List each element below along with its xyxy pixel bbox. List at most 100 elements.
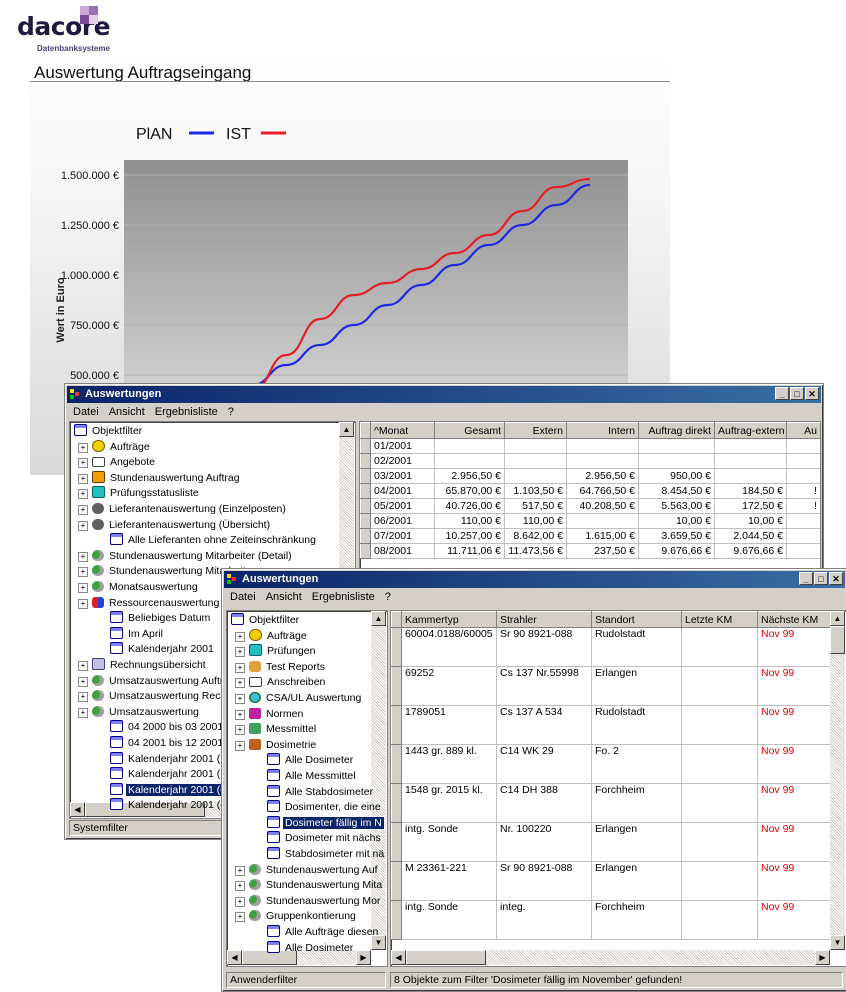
menu-datei[interactable]: Datei: [68, 404, 104, 420]
column-header[interactable]: Auftrag direkt: [639, 423, 715, 439]
column-header[interactable]: Letzte KM: [682, 612, 758, 628]
table-row[interactable]: 60004.0188/60005Sr 90 8921-088Rudolstadt…: [392, 628, 832, 667]
expand-toggle[interactable]: +: [235, 912, 245, 922]
tree-item[interactable]: Objektfilter: [74, 424, 144, 439]
scroll-down-button[interactable]: ▼: [830, 935, 845, 950]
table-row[interactable]: 02/2001: [361, 454, 821, 469]
minimize-button[interactable]: _: [775, 387, 789, 400]
scroll-up-button[interactable]: ▲: [830, 611, 845, 626]
expand-toggle[interactable]: +: [78, 692, 88, 702]
column-header[interactable]: Auftrag-extern: [715, 423, 787, 439]
tree-item[interactable]: Angebote: [92, 455, 157, 470]
expand-toggle[interactable]: +: [78, 474, 88, 484]
row-selector[interactable]: [392, 901, 402, 940]
row-selector[interactable]: [392, 745, 402, 784]
tree-item[interactable]: Objektfilter: [231, 613, 301, 628]
row-selector[interactable]: [392, 667, 402, 706]
column-header[interactable]: Gesamt: [435, 423, 505, 439]
results-table[interactable]: ^MonatGesamtExternInternAuftrag direktAu…: [359, 421, 821, 583]
results-table[interactable]: KammertypStrahlerStandortLetzte KMNächst…: [390, 610, 846, 967]
expand-toggle[interactable]: +: [235, 866, 245, 876]
filter-tree[interactable]: ▲ ▼ ◀ ▶ Objektfilter+Aufträge+Prüfungen+…: [226, 610, 388, 967]
tree-item[interactable]: Alle Messmittel: [267, 769, 358, 784]
tree-item[interactable]: Aufträge: [92, 440, 152, 455]
menu-ergebnisliste[interactable]: Ergebnisliste: [150, 404, 223, 420]
tree-item[interactable]: Stabdosimeter mit nä: [267, 847, 386, 862]
menu-help[interactable]: ?: [223, 404, 239, 420]
corner-cell[interactable]: [392, 612, 402, 628]
row-selector[interactable]: [361, 514, 371, 529]
tree-item[interactable]: Stundenauswertung Auftrag: [92, 471, 242, 486]
tree-item[interactable]: Rechnungsübersicht: [92, 658, 208, 673]
scroll-left-button[interactable]: ◀: [391, 950, 406, 965]
tree-item[interactable]: Lieferantenauswertung (Einzelposten): [92, 502, 288, 517]
row-selector[interactable]: [361, 499, 371, 514]
tree-item[interactable]: Kalenderjahr 2001 (oh: [110, 783, 234, 798]
expand-toggle[interactable]: +: [235, 881, 245, 891]
expand-toggle[interactable]: +: [235, 710, 245, 720]
close-button[interactable]: ✕: [805, 387, 819, 400]
tree-item[interactable]: Umsatzauswertung: [92, 705, 201, 720]
table-row[interactable]: 08/200111.711,06 €11.473,56 €237,50 €9.6…: [361, 544, 821, 559]
expand-toggle[interactable]: +: [235, 632, 245, 642]
tree-item[interactable]: Umsatzauswertung Auftra: [92, 674, 231, 689]
table-row[interactable]: M 23361-221Sr 90 8921-088ErlangenNov 99: [392, 862, 832, 901]
column-header[interactable]: Kammertyp: [402, 612, 497, 628]
tree-item[interactable]: Stundenauswertung Auf: [249, 863, 380, 878]
row-selector[interactable]: [392, 784, 402, 823]
corner-cell[interactable]: [361, 423, 371, 439]
maximize-button[interactable]: □: [814, 572, 828, 585]
column-header[interactable]: Strahler: [497, 612, 592, 628]
scroll-left-button[interactable]: ◀: [70, 802, 85, 817]
tree-item[interactable]: Ressourcenauswertung: [92, 596, 221, 611]
expand-toggle[interactable]: +: [235, 897, 245, 907]
tree-item[interactable]: Umsatzauswertung Rechr: [92, 689, 232, 704]
column-header[interactable]: ^Monat: [371, 423, 435, 439]
tree-item[interactable]: Prüfungsstatusliste: [92, 486, 201, 501]
expand-toggle[interactable]: +: [235, 663, 245, 673]
expand-toggle[interactable]: +: [78, 708, 88, 718]
menu-help[interactable]: ?: [380, 589, 396, 605]
menu-datei[interactable]: Datei: [225, 589, 261, 605]
expand-toggle[interactable]: +: [78, 521, 88, 531]
expand-toggle[interactable]: +: [78, 567, 88, 577]
expand-toggle[interactable]: +: [235, 741, 245, 751]
tree-item[interactable]: Dosimeter mit nächs: [267, 831, 383, 846]
expand-toggle[interactable]: +: [235, 678, 245, 688]
column-header[interactable]: Intern: [567, 423, 639, 439]
tree-item[interactable]: Beliebiges Datum: [110, 611, 212, 626]
row-selector[interactable]: [361, 484, 371, 499]
table-row[interactable]: intg. Sondeinteg.ForchheimNov 99: [392, 901, 832, 940]
table-row[interactable]: 1789051Cs 137 A 534RudolstadtNov 99: [392, 706, 832, 745]
row-selector[interactable]: [392, 628, 402, 667]
table-row[interactable]: 01/2001: [361, 439, 821, 454]
column-header[interactable]: Standort: [592, 612, 682, 628]
tree-item[interactable]: Test Reports: [249, 660, 327, 675]
table-row[interactable]: 69252Cs 137 Nr.55998ErlangenNov 99: [392, 667, 832, 706]
tree-item[interactable]: Alle Dosimeter: [267, 941, 355, 956]
table-row[interactable]: 03/20012.956,50 €2.956,50 €950,00 €: [361, 469, 821, 484]
tree-item[interactable]: Stundenauswertung Mita: [249, 878, 384, 893]
tree-item[interactable]: Anschreiben: [249, 675, 327, 690]
row-selector[interactable]: [361, 544, 371, 559]
expand-toggle[interactable]: +: [78, 489, 88, 499]
tree-item[interactable]: Gruppenkontierung: [249, 909, 358, 924]
table-row[interactable]: 1443 gr. 889 kl.C14 WK 29Fo. 2Nov 99: [392, 745, 832, 784]
scroll-right-button[interactable]: ▶: [356, 950, 371, 965]
row-selector[interactable]: [392, 862, 402, 901]
tree-item[interactable]: CSA/UL Auswertung: [249, 691, 363, 706]
expand-toggle[interactable]: +: [78, 458, 88, 468]
tree-item[interactable]: Dosimetrie: [249, 738, 318, 753]
window-titlebar[interactable]: Auswertungen _ □ ✕: [224, 571, 845, 588]
table-row[interactable]: 06/2001110,00 €110,00 €10,00 €10,00 €: [361, 514, 821, 529]
tree-item[interactable]: Prüfungen: [249, 644, 317, 659]
scroll-up-button[interactable]: ▲: [339, 422, 354, 437]
scroll-up-button[interactable]: ▲: [371, 611, 386, 626]
tree-item[interactable]: Messmittel: [249, 722, 318, 737]
tree-item[interactable]: Kalenderjahr 2001: [110, 642, 216, 657]
expand-toggle[interactable]: +: [78, 583, 88, 593]
table-row[interactable]: 05/200140.726,00 €517,50 €40.208,50 €5.5…: [361, 499, 821, 514]
tree-item[interactable]: Alle Lieferanten ohne Zeiteinschränkung: [110, 533, 318, 548]
close-button[interactable]: ✕: [829, 572, 843, 585]
expand-toggle[interactable]: +: [78, 677, 88, 687]
